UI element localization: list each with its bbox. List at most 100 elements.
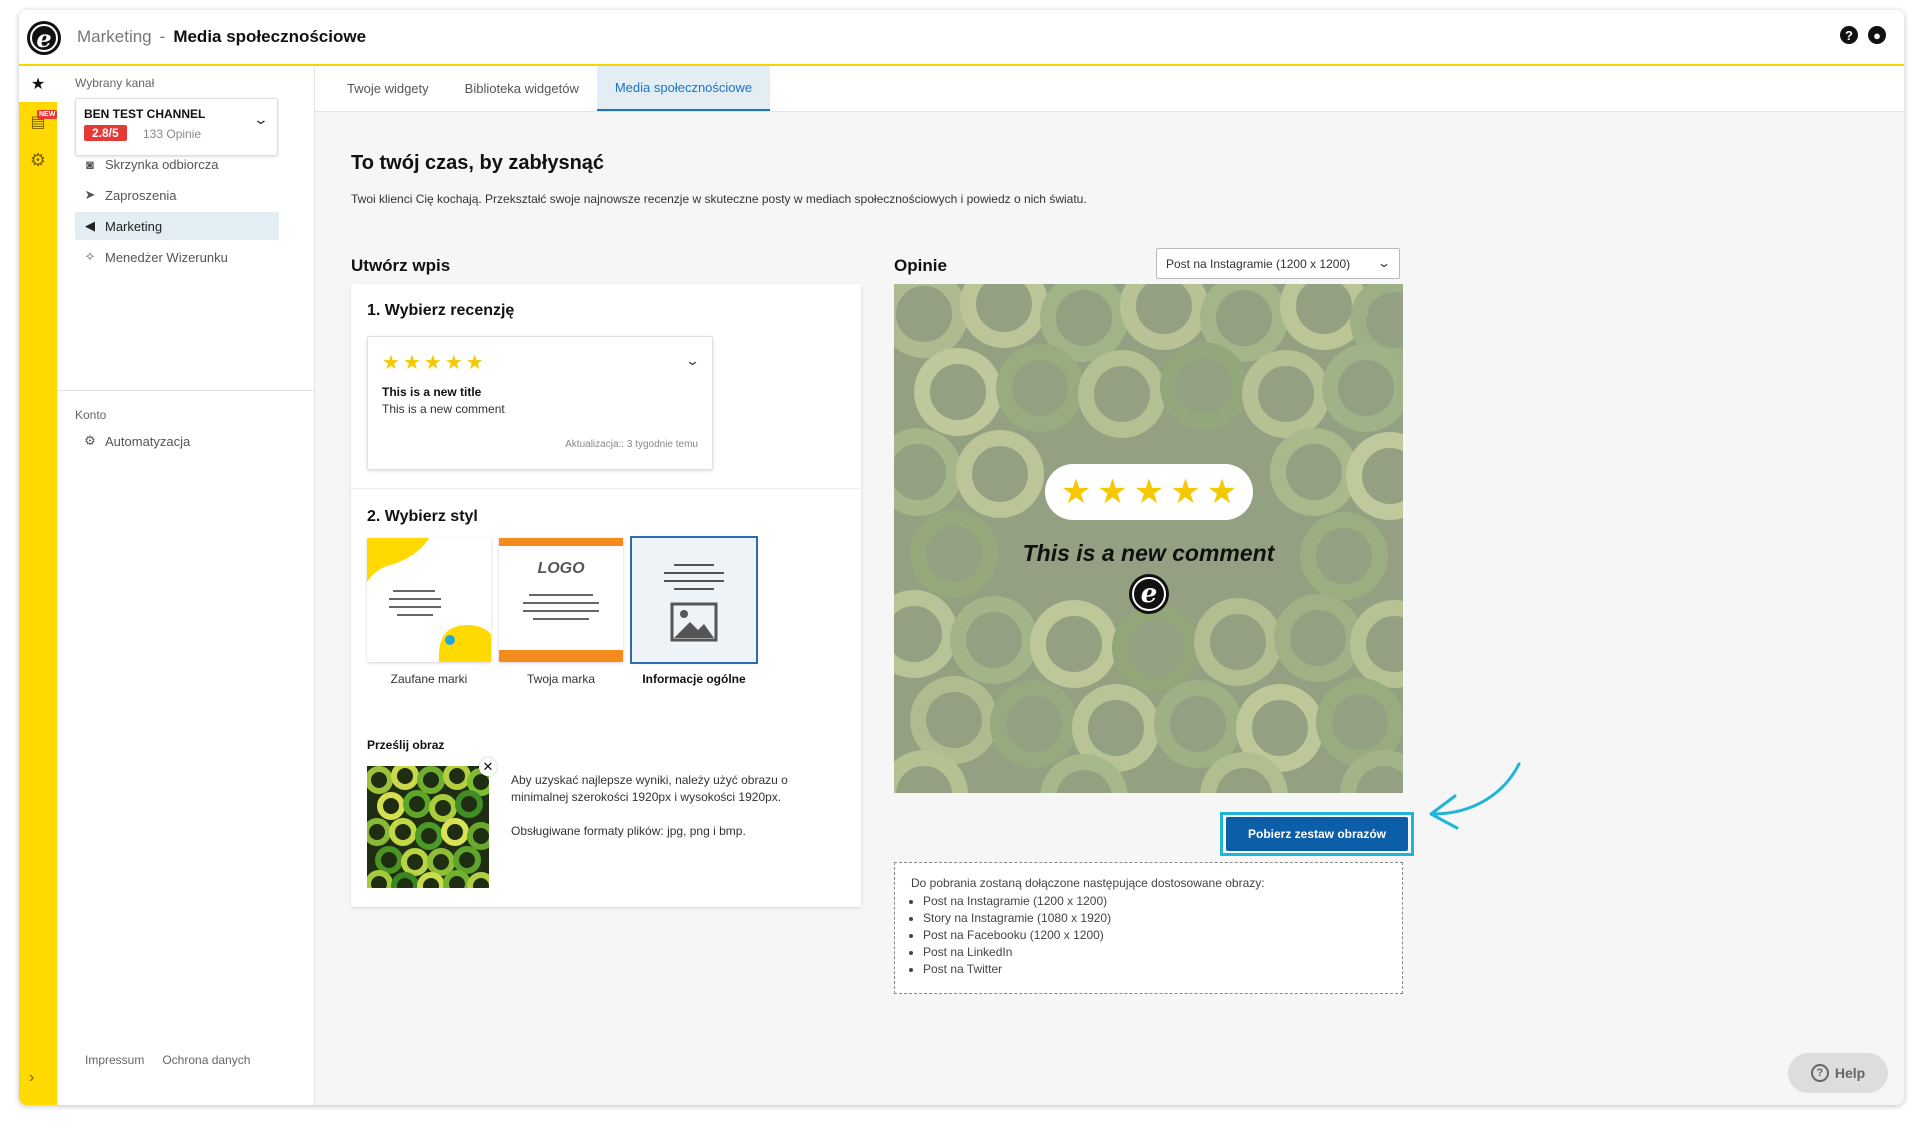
review-updated: Aktualizacja:: 3 tygodnie temu: [565, 439, 698, 450]
chevron-down-icon[interactable]: ⌄: [685, 353, 700, 369]
review-title: This is a new title: [382, 385, 482, 399]
step-select-style: 2. Wybierz styl: [367, 508, 478, 525]
style-label: Twoja marka: [526, 672, 596, 686]
upload-size-hint: Aby uzyskać najlepsze wyniki, należy uży…: [511, 773, 788, 804]
format-select[interactable]: Post na Instagramie (1200 x 1200) ⌄: [1156, 248, 1400, 279]
page-title: To twój czas, by zabłysnąć: [351, 152, 605, 174]
upload-info: Aby uzyskać najlepsze wyniki, należy uży…: [511, 772, 831, 840]
star-icon: ★: [1133, 473, 1165, 511]
impressum-link[interactable]: Impressum: [85, 1053, 144, 1067]
uploaded-image-thumbnail: [367, 766, 489, 888]
chevron-down-icon: ⌄: [252, 111, 270, 127]
sparkle-icon: ✧: [84, 249, 96, 264]
channel-selector[interactable]: BEN TEST CHANNEL 2.8/5 133 Opinie ⌄: [75, 98, 278, 156]
user-circle-icon[interactable]: ●: [1868, 26, 1886, 44]
star-icon: ★: [382, 352, 400, 374]
brand-logo-icon[interactable]: e: [27, 21, 61, 55]
list-item: Post na LinkedIn: [923, 944, 1386, 961]
question-circle-icon[interactable]: ?: [1840, 26, 1858, 44]
card-divider: [351, 488, 861, 489]
page-description: Twoi klienci Cię kochają. Przekształć sw…: [351, 192, 1087, 206]
post-preview: ★ ★ ★ ★ ★ This is a new comment e: [894, 284, 1403, 793]
chevron-right-icon[interactable]: ›: [29, 1069, 34, 1087]
channel-review-count: 133 Opinie: [143, 127, 202, 141]
privacy-link[interactable]: Ochrona danych: [162, 1053, 250, 1067]
channel-name: BEN TEST CHANNEL: [84, 107, 206, 121]
rolls-background-icon: [894, 284, 1403, 793]
tab-your-widgets[interactable]: Twoje widgety: [329, 66, 447, 111]
app-window: e Marketing - Media społecznościowe ? ● …: [19, 10, 1904, 1105]
sidebar-item-invitations[interactable]: ➤ Zaproszenia: [75, 181, 279, 209]
robot-icon: ⚙: [84, 433, 96, 448]
account-label: Konto: [75, 408, 107, 422]
text-lines-icon: [523, 594, 599, 620]
preview-brand-logo-icon: e: [1129, 574, 1169, 614]
style-general-info[interactable]: Informacje ogólne: [630, 536, 758, 686]
sidebar: Wybrany kanał BEN TEST CHANNEL 2.8/5 133…: [57, 66, 315, 1105]
star-icon: ★: [465, 352, 484, 374]
star-icon: ★: [1206, 473, 1238, 511]
sidebar-item-inbox[interactable]: ◙ Skrzynka odbiorcza: [75, 150, 279, 178]
included-images-title: Do pobrania zostaną dołączone następując…: [911, 876, 1265, 890]
step-select-review: 1. Wybierz recenzję: [367, 302, 515, 319]
style-thumbnail: [630, 536, 758, 664]
sidebar-item-label: Marketing: [105, 218, 163, 234]
list-item: Story na Instagramie (1080 x 1920): [923, 910, 1386, 927]
star-icon: ★: [423, 352, 442, 374]
create-post-title: Utwórz wpis: [351, 256, 451, 275]
star-icon: ★: [1060, 473, 1092, 511]
sidebar-item-label: Automatyzacja: [105, 433, 191, 449]
download-image-set-button[interactable]: Pobierz zestaw obrazów: [1226, 817, 1408, 851]
list-item: Post na Twitter: [923, 961, 1386, 978]
style-trusted-brands[interactable]: Zaufane marki: [367, 538, 491, 686]
review-selector[interactable]: ★ ★ ★ ★ ★ ⌄ This is a new title This is …: [367, 336, 713, 470]
star-icon: ★: [402, 352, 421, 374]
sidebar-divider: [57, 390, 315, 391]
included-images-list: Post na Instagramie (1200 x 1200) Story …: [911, 893, 1386, 978]
close-icon[interactable]: ✕: [479, 758, 497, 776]
tab-bar: Twoje widgety Biblioteka widgetów Media …: [315, 66, 1904, 112]
sidebar-item-label: Skrzynka odbiorcza: [105, 156, 219, 172]
review-comment: This is a new comment: [382, 402, 505, 416]
header-actions: ? ●: [1840, 26, 1886, 44]
help-label: Help: [1834, 1065, 1866, 1081]
sidebar-footer: Impressum Ochrona danych: [85, 1053, 250, 1067]
list-item: Post na Facebooku (1200 x 1200): [923, 927, 1386, 944]
inbox-icon: ◙: [86, 156, 94, 172]
style-thumbnail: [367, 538, 491, 662]
tab-social-media[interactable]: Media społecznościowe: [596, 66, 771, 111]
included-images-box: Do pobrania zostaną dołączone następując…: [894, 862, 1403, 994]
paper-plane-icon: ➤: [84, 187, 96, 202]
preview-stars-pill: ★ ★ ★ ★ ★: [1045, 464, 1253, 520]
rolls-image-icon: [367, 766, 489, 888]
breadcrumb: Marketing - Media społecznościowe: [77, 27, 366, 47]
star-icon[interactable]: ★: [19, 66, 57, 102]
breadcrumb-parent[interactable]: Marketing: [77, 27, 152, 47]
new-badge: NEW: [37, 110, 58, 119]
sidebar-item-label: Zaproszenia: [105, 187, 177, 203]
sidebar-item-automation[interactable]: ⚙ Automatyzacja: [75, 427, 279, 455]
breadcrumb-separator: -: [159, 27, 166, 46]
tab-widget-library[interactable]: Biblioteka widgetów: [447, 66, 597, 111]
list-item: Post na Instagramie (1200 x 1200): [923, 893, 1386, 910]
style-thumbnail: LOGO: [499, 538, 623, 662]
star-icon: ★: [1097, 473, 1128, 511]
review-stars: ★ ★ ★ ★ ★: [382, 353, 484, 373]
app-rail: ★ ▤ NEW ⚙ ›: [19, 66, 58, 1105]
reviews-title: Opinie: [894, 256, 947, 275]
chevron-down-icon: ⌄: [1376, 256, 1392, 270]
create-post-card: 1. Wybierz recenzję ★ ★ ★ ★ ★ ⌄ This is …: [351, 284, 861, 907]
upload-label: Prześlij obraz: [367, 738, 445, 752]
style-your-brand[interactable]: LOGO Twoja marka: [499, 538, 623, 686]
channel-score-badge: 2.8/5: [84, 125, 127, 141]
style-label: Zaufane marki: [390, 672, 468, 686]
help-button[interactable]: ? Help: [1788, 1053, 1888, 1093]
star-icon: ★: [1170, 473, 1201, 511]
sidebar-item-image-manager[interactable]: ✧ Menedżer Wizerunku: [75, 243, 279, 271]
pointer-arrow-icon: [1429, 762, 1521, 830]
sidebar-item-marketing[interactable]: ◀ Marketing: [75, 212, 279, 240]
preview-comment: This is a new comment: [1022, 540, 1275, 566]
gear-icon[interactable]: ⚙: [19, 142, 57, 178]
page-heading: Media społecznościowe: [173, 27, 367, 46]
megaphone-icon: ◀: [85, 218, 95, 233]
